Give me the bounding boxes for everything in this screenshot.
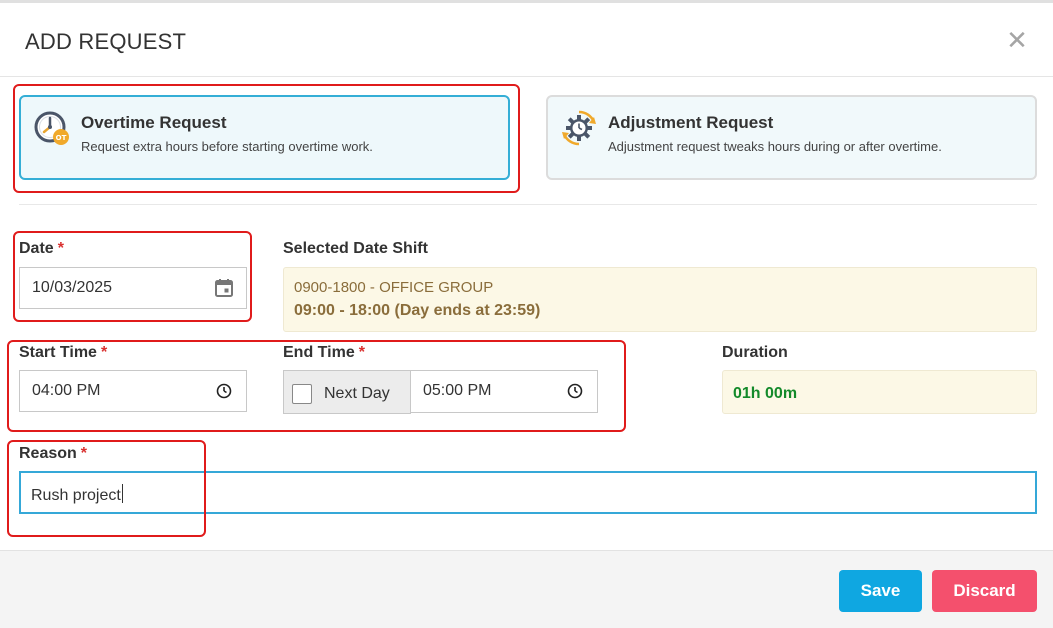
shift-hours: 09:00 - 18:00 (Day ends at 23:59): [294, 302, 541, 319]
reason-value: Rush project: [31, 487, 121, 504]
overtime-request-card[interactable]: OT Overtime Request Request extra hours …: [19, 95, 510, 180]
required-asterisk: *: [100, 344, 108, 361]
required-asterisk: *: [80, 445, 88, 462]
clock-icon[interactable]: [565, 381, 585, 401]
adjustment-gear-icon: [560, 109, 598, 147]
adjustment-request-card[interactable]: Adjustment Request Adjustment request tw…: [546, 95, 1037, 180]
clock-icon[interactable]: [214, 381, 234, 401]
add-request-modal: ADD REQUEST ✕ OT Overtime Request Reques…: [0, 0, 1053, 628]
reason-input[interactable]: Rush project: [19, 471, 1037, 514]
overtime-request-title: Overtime Request: [81, 113, 227, 132]
section-divider: [19, 204, 1037, 205]
end-time-input[interactable]: 05:00 PM: [410, 370, 598, 413]
required-asterisk: *: [358, 344, 365, 361]
save-button[interactable]: Save: [839, 570, 922, 612]
shift-name: 0900-1800 - OFFICE GROUP: [294, 279, 494, 296]
start-time-label-text: Start Time: [19, 344, 97, 361]
start-time-value: 04:00 PM: [32, 382, 101, 399]
svg-text:OT: OT: [56, 134, 67, 142]
date-input[interactable]: 10/03/2025: [19, 267, 247, 309]
end-time-label-text: End Time: [283, 344, 355, 361]
date-value: 10/03/2025: [32, 279, 113, 296]
calendar-icon[interactable]: [214, 278, 234, 298]
next-day-label: Next Day: [324, 385, 390, 402]
duration-label: Duration: [722, 344, 788, 361]
modal-title: ADD REQUEST: [25, 29, 187, 54]
start-time-label: Start Time *: [19, 344, 107, 362]
modal-footer: Save Discard: [0, 550, 1053, 628]
adjustment-request-description: Adjustment request tweaks hours during o…: [608, 139, 942, 154]
reason-label: Reason *: [19, 445, 87, 463]
overtime-clock-icon: OT: [33, 109, 71, 147]
modal-header: ADD REQUEST ✕: [0, 3, 1053, 77]
start-time-input[interactable]: 04:00 PM: [19, 370, 247, 412]
adjustment-request-title: Adjustment Request: [608, 113, 774, 132]
end-time-label: End Time *: [283, 344, 365, 362]
date-label-text: Date: [19, 240, 54, 257]
discard-button[interactable]: Discard: [932, 570, 1037, 612]
selected-shift-label: Selected Date Shift: [283, 240, 428, 257]
end-time-value: 05:00 PM: [423, 382, 492, 399]
reason-label-text: Reason: [19, 445, 77, 462]
overtime-request-description: Request extra hours before starting over…: [81, 139, 373, 154]
next-day-checkbox[interactable]: [292, 384, 312, 404]
next-day-toggle[interactable]: Next Day: [283, 370, 411, 414]
required-asterisk: *: [57, 240, 64, 257]
text-caret: [121, 484, 123, 503]
date-label: Date *: [19, 240, 64, 258]
selected-shift-box: 0900-1800 - OFFICE GROUP 09:00 - 18:00 (…: [283, 267, 1037, 332]
duration-value: 01h 00m: [733, 385, 798, 402]
duration-box: 01h 00m: [722, 370, 1037, 414]
close-icon[interactable]: ✕: [1004, 27, 1030, 53]
